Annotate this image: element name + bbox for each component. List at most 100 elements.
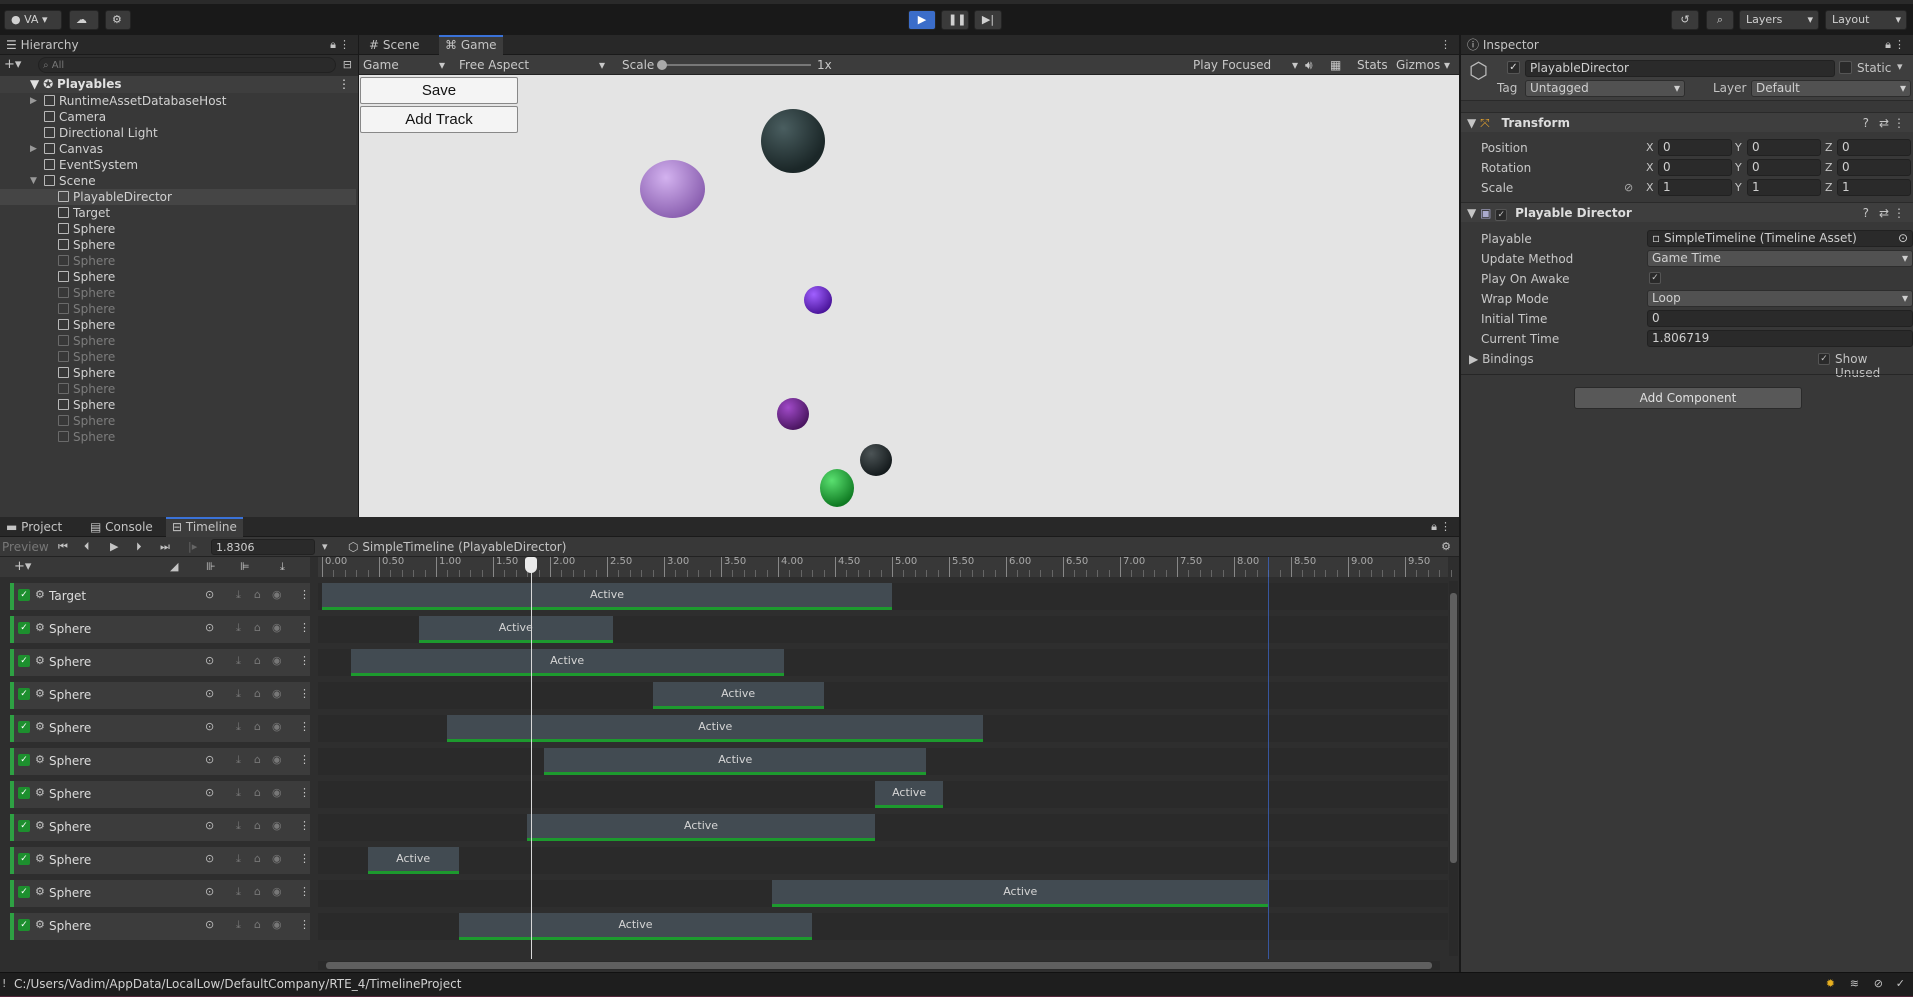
more-icon[interactable]: ⋮ bbox=[338, 76, 350, 93]
track-header[interactable]: ✓ ⚙ Sphere ⊙ ⤓ ⌂ ◉ ⋮ bbox=[10, 649, 310, 676]
aspect-dropdown[interactable]: Free Aspect ▾ bbox=[459, 55, 609, 75]
activation-clip[interactable]: Active bbox=[527, 814, 875, 841]
layer-dropdown[interactable]: Default ▾ bbox=[1751, 80, 1911, 97]
activation-clip[interactable]: Active bbox=[772, 880, 1269, 907]
hierarchy-item[interactable]: Sphere bbox=[0, 413, 356, 429]
tab-project[interactable]: ▬ Project bbox=[0, 517, 68, 537]
more-icon[interactable]: ⋮ bbox=[299, 588, 310, 601]
hierarchy-item[interactable]: ▶ Canvas bbox=[0, 141, 356, 157]
rotation-x-axis-label[interactable]: X bbox=[1646, 161, 1654, 174]
go-to-end-icon[interactable]: ⏭ bbox=[160, 537, 170, 557]
expand-arrow-icon[interactable]: ▼ bbox=[1467, 116, 1476, 130]
static-checkbox[interactable] bbox=[1839, 61, 1852, 74]
expand-arrow-icon[interactable]: ▼ bbox=[1467, 206, 1476, 220]
preview-button[interactable]: Preview bbox=[2, 537, 49, 557]
cloud-button[interactable]: ☁ bbox=[69, 10, 99, 30]
track-header[interactable]: ✓ ⚙ Sphere ⊙ ⤓ ⌂ ◉ ⋮ bbox=[10, 814, 310, 841]
scale-x-axis-label[interactable]: X bbox=[1646, 181, 1654, 194]
play-focused-dropdown[interactable]: Play Focused ▾ bbox=[1193, 55, 1298, 75]
activation-clip[interactable]: Active bbox=[350, 649, 784, 676]
pause-button[interactable]: ❚❚ bbox=[941, 10, 969, 30]
track-binding-target-icon[interactable]: ⊙ bbox=[205, 885, 214, 898]
more-icon[interactable]: ⋮ bbox=[299, 786, 310, 799]
gizmos-button[interactable]: Gizmos bbox=[1396, 55, 1440, 75]
hierarchy-search-input[interactable]: ⌕ All bbox=[38, 57, 336, 73]
track-header[interactable]: ✓ ⚙ Sphere ⊙ ⤓ ⌂ ◉ ⋮ bbox=[10, 847, 310, 874]
account-dropdown[interactable]: ● VA ▾ bbox=[4, 10, 62, 30]
more-icon[interactable]: ⋮ bbox=[299, 720, 310, 733]
rotation-z-axis-label[interactable]: Z bbox=[1825, 161, 1833, 174]
position-y-field[interactable]: 0 bbox=[1747, 139, 1821, 156]
hierarchy-item[interactable]: Directional Light bbox=[0, 125, 356, 141]
lock-icon[interactable]: ⌂ bbox=[254, 786, 261, 799]
track-enabled-checkbox[interactable]: ✓ bbox=[18, 622, 30, 634]
playable-director-header[interactable]: ▼ ▣ ✓ Playable Director ? ⇄ ⋮ bbox=[1461, 202, 1913, 222]
timeline-track[interactable]: ✓ ⚙ Sphere ⊙ ⤓ ⌂ ◉ ⋮ Active bbox=[0, 845, 1448, 876]
game-viewport[interactable]: Save Add Track bbox=[359, 76, 1459, 517]
link-icon[interactable]: ⊘ bbox=[1624, 181, 1633, 194]
more-icon[interactable]: ⋮ bbox=[299, 885, 310, 898]
add-icon[interactable]: +▾ bbox=[4, 57, 21, 72]
timeline-track[interactable]: ✓ ⚙ Sphere ⊙ ⤓ ⌂ ◉ ⋮ Active bbox=[0, 911, 1448, 942]
more-icon[interactable]: ⋮ bbox=[299, 621, 310, 634]
layers-dropdown[interactable]: Layers ▾ bbox=[1739, 10, 1819, 30]
track-binding-target-icon[interactable]: ⊙ bbox=[205, 753, 214, 766]
track-binding-target-icon[interactable]: ⊙ bbox=[205, 786, 214, 799]
position-y-axis-label[interactable]: Y bbox=[1735, 141, 1742, 154]
track-binding-target-icon[interactable]: ⊙ bbox=[205, 819, 214, 832]
tab-game[interactable]: ⌘ Game bbox=[439, 35, 503, 55]
track-enabled-checkbox[interactable]: ✓ bbox=[18, 721, 30, 733]
pin-icon[interactable]: ⤓ bbox=[236, 918, 241, 932]
more-icon[interactable]: ⋮ bbox=[1440, 520, 1451, 533]
more-icon[interactable]: ⋮ bbox=[1440, 38, 1451, 51]
pin-icon[interactable]: ⤓ bbox=[236, 753, 241, 767]
eye-icon[interactable]: ◉ bbox=[272, 654, 282, 667]
ripple-icon[interactable]: ⊫ bbox=[240, 557, 250, 577]
object-name-field[interactable]: PlayableDirector bbox=[1525, 60, 1835, 77]
pin-icon[interactable]: ⤓ bbox=[280, 557, 285, 577]
pin-icon[interactable]: ⤓ bbox=[236, 720, 241, 734]
scale-y-axis-label[interactable]: Y bbox=[1735, 181, 1742, 194]
help-icon[interactable]: ? bbox=[1863, 113, 1869, 133]
director-enabled-checkbox[interactable]: ✓ bbox=[1495, 209, 1508, 221]
playable-field[interactable]: ▫ SimpleTimeline (Timeline Asset) ⊙ bbox=[1647, 230, 1913, 247]
track-binding-target-icon[interactable]: ⊙ bbox=[205, 918, 214, 931]
eye-icon[interactable]: ◉ bbox=[272, 621, 282, 634]
more-icon[interactable]: ⋮ bbox=[1894, 38, 1905, 51]
track-header[interactable]: ✓ ⚙ Sphere ⊙ ⤓ ⌂ ◉ ⋮ bbox=[10, 748, 310, 775]
lock-icon[interactable]: ⌂ bbox=[254, 753, 261, 766]
pin-icon[interactable]: ⤓ bbox=[236, 786, 241, 800]
pin-icon[interactable]: ⤓ bbox=[236, 819, 241, 833]
scale-y-field[interactable]: 1 bbox=[1747, 179, 1821, 196]
more-icon[interactable]: ⋮ bbox=[1893, 113, 1905, 133]
history-button[interactable]: ↺ bbox=[1671, 10, 1699, 30]
playhead-line[interactable] bbox=[524, 557, 537, 959]
rotation-y-field[interactable]: 0 bbox=[1747, 159, 1821, 176]
add-component-button[interactable]: Add Component bbox=[1574, 387, 1802, 409]
eye-icon[interactable]: ◉ bbox=[272, 852, 282, 865]
network-icon[interactable]: ⊘ bbox=[1874, 973, 1883, 995]
hierarchy-item[interactable]: Sphere bbox=[0, 301, 356, 317]
position-x-field[interactable]: 0 bbox=[1658, 139, 1732, 156]
tab-scene[interactable]: # Scene bbox=[363, 35, 425, 55]
lock-icon[interactable]: ⌂ bbox=[254, 885, 261, 898]
activation-clip[interactable]: Active bbox=[367, 847, 459, 874]
vertical-scrollbar[interactable] bbox=[1449, 581, 1458, 956]
snap-icon[interactable]: ⊪ bbox=[206, 557, 216, 577]
position-x-axis-label[interactable]: X bbox=[1646, 141, 1654, 154]
scale-x-field[interactable]: 1 bbox=[1658, 179, 1732, 196]
help-icon[interactable]: ? bbox=[1863, 203, 1869, 223]
hierarchy-item[interactable]: Sphere bbox=[0, 429, 356, 445]
tab-hierarchy[interactable]: ☰ Hierarchy bbox=[0, 35, 85, 55]
filter-icon[interactable]: ⊟ bbox=[343, 58, 352, 71]
timeline-track[interactable]: ✓ ⚙ Sphere ⊙ ⤓ ⌂ ◉ ⋮ Active bbox=[0, 680, 1448, 711]
track-lane[interactable] bbox=[318, 814, 1448, 841]
lock-icon[interactable]: ⌂ bbox=[254, 918, 261, 931]
stack-icon[interactable]: ≋ bbox=[1850, 973, 1859, 995]
expand-arrow-icon[interactable]: ▼ bbox=[30, 77, 39, 91]
track-header[interactable]: ✓ ⚙ Target ⊙ ⤓ ⌂ ◉ ⋮ bbox=[10, 583, 310, 610]
timeline-track[interactable]: ✓ ⚙ Sphere ⊙ ⤓ ⌂ ◉ ⋮ Active bbox=[0, 779, 1448, 810]
play-on-awake-checkbox[interactable]: ✓ bbox=[1649, 272, 1661, 284]
track-header[interactable]: ✓ ⚙ Sphere ⊙ ⤓ ⌂ ◉ ⋮ bbox=[10, 715, 310, 742]
timeline-track[interactable]: ✓ ⚙ Sphere ⊙ ⤓ ⌂ ◉ ⋮ Active bbox=[0, 812, 1448, 843]
